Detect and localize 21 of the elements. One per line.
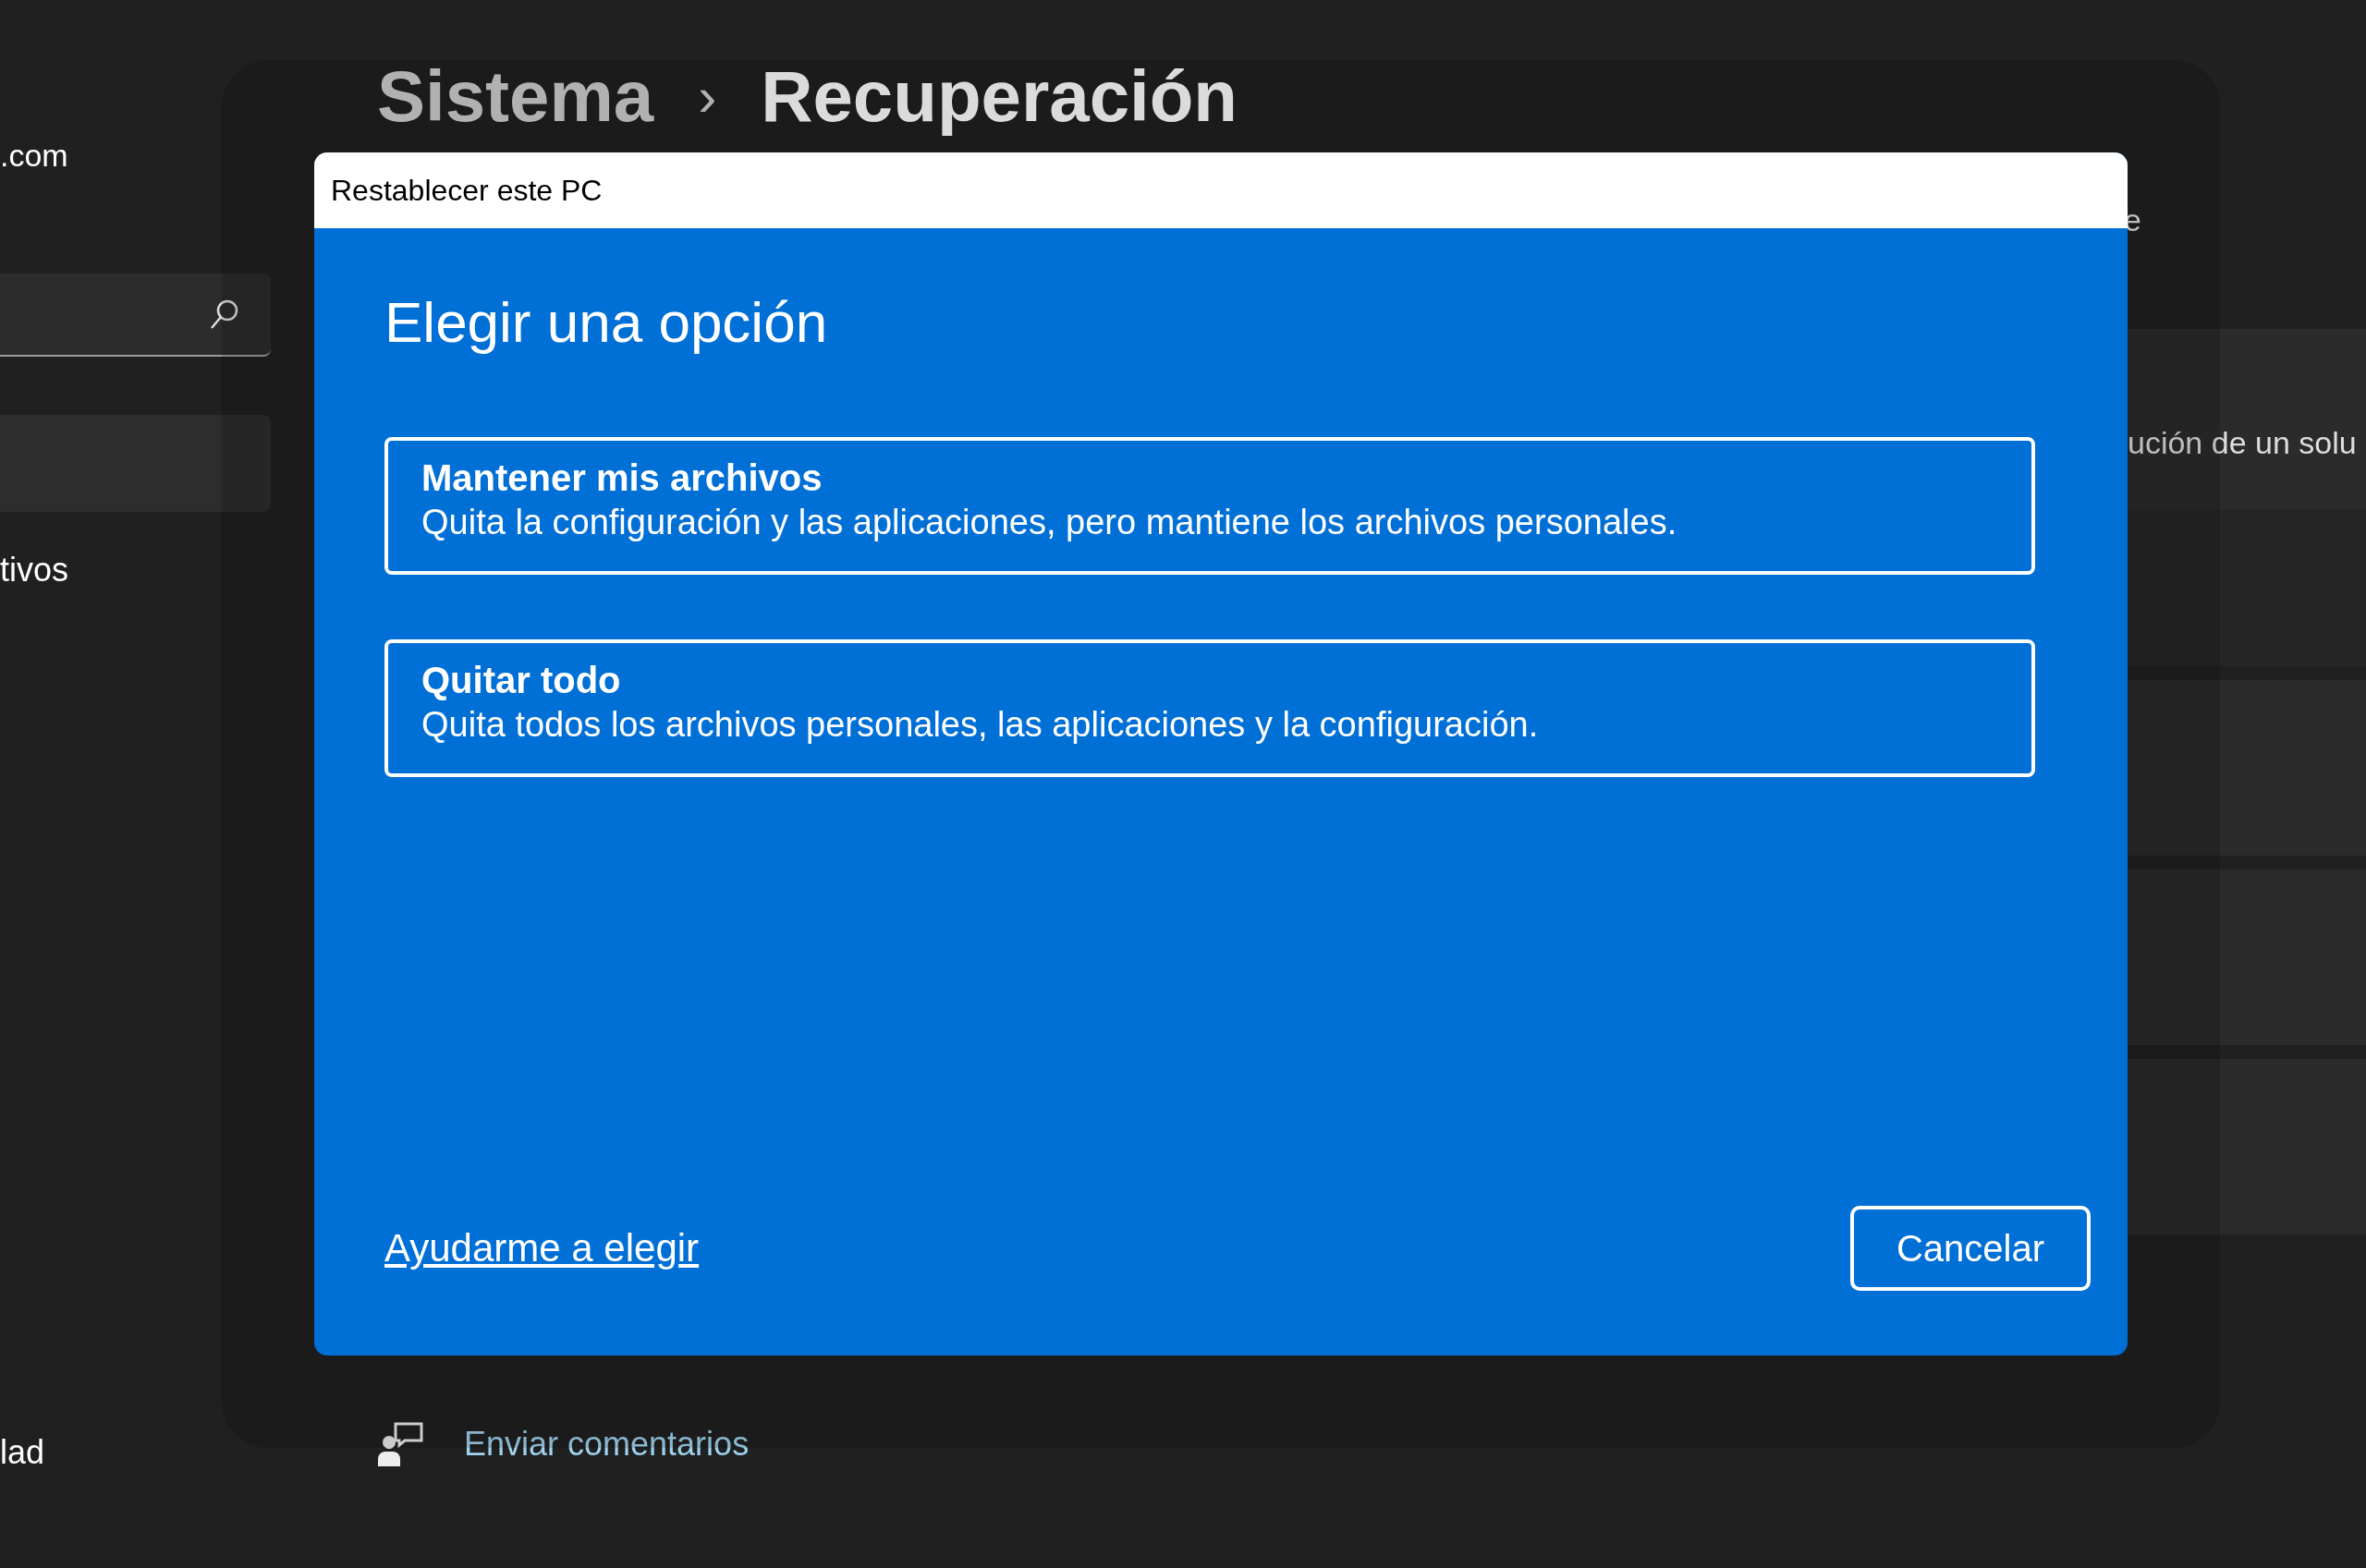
help-link[interactable]: Ayudarme a elegir xyxy=(384,1226,700,1270)
settings-card[interactable] xyxy=(2128,1059,2366,1234)
search-field[interactable] xyxy=(0,273,271,357)
option-button[interactable]: Quitar todo Quita todos los archivos personales, las aplicaciones y la configuración. xyxy=(384,639,2035,777)
option-button[interactable]: Mantener mis archivos Quita la configuración y las aplicaciones, pero mantiene los archivos personales. xyxy=(384,437,2035,575)
dialog-heading: Elegir una opción xyxy=(384,289,829,356)
account-email: .com xyxy=(0,137,69,175)
sidebar-item[interactable]: tivos xyxy=(0,521,271,618)
settings-card[interactable]: ución de un solu xyxy=(2128,329,2366,509)
page-title: Recuperación xyxy=(761,55,1238,139)
feedback-icon xyxy=(377,1422,423,1466)
search-icon xyxy=(210,298,239,330)
card-text: ución de un solu xyxy=(2128,425,2357,461)
settings-card[interactable] xyxy=(2128,869,2366,1045)
settings-card[interactable] xyxy=(2128,680,2366,856)
feedback-link[interactable]: Enviar comentarios xyxy=(464,1425,750,1464)
breadcrumb-separator: › xyxy=(698,65,717,128)
breadcrumb-link[interactable]: Sistema xyxy=(377,55,654,139)
window-title: Restablecer este PC xyxy=(331,173,603,208)
sidebar-item[interactable]: lad xyxy=(0,1404,271,1501)
cancel-button[interactable]: Cancelar xyxy=(1850,1206,2091,1291)
